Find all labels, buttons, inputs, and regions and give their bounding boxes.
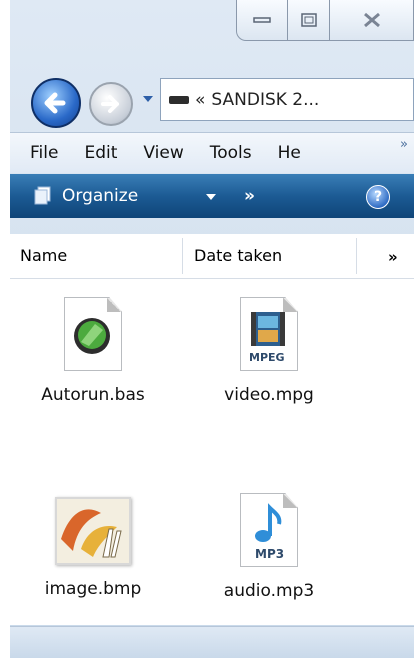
file-name: image.bmp bbox=[44, 579, 142, 599]
forward-button[interactable] bbox=[89, 82, 133, 126]
menu-tools[interactable]: Tools bbox=[210, 143, 252, 163]
file-item-audio[interactable]: MP3 audio.mp3 bbox=[214, 493, 324, 601]
column-separator[interactable] bbox=[356, 238, 357, 274]
menu-file[interactable]: File bbox=[30, 143, 58, 163]
address-prefix[interactable]: « bbox=[195, 90, 205, 110]
menu-edit[interactable]: Edit bbox=[84, 143, 117, 163]
minimize-icon bbox=[253, 17, 271, 23]
organize-button[interactable]: Organize bbox=[62, 186, 138, 206]
left-margin bbox=[0, 0, 10, 657]
mp3-badge: MP3 bbox=[255, 547, 285, 561]
menu-help[interactable]: He bbox=[278, 143, 301, 163]
file-name: audio.mp3 bbox=[223, 581, 315, 601]
drive-icon bbox=[169, 95, 189, 104]
column-date-taken[interactable]: Date taken bbox=[194, 246, 282, 265]
command-overflow-chevron[interactable]: » bbox=[244, 186, 255, 206]
column-overflow-chevron[interactable]: » bbox=[388, 248, 398, 266]
column-separator[interactable] bbox=[182, 238, 183, 274]
menu-bar: File Edit View Tools He » bbox=[10, 132, 414, 173]
back-arrow-icon bbox=[44, 92, 66, 114]
recent-pages-dropdown[interactable] bbox=[143, 96, 153, 102]
maximize-icon bbox=[300, 13, 317, 27]
bas-script-icon bbox=[64, 297, 122, 371]
file-item-image[interactable]: image.bmp bbox=[38, 497, 148, 599]
organize-dropdown-arrow-icon[interactable] bbox=[206, 194, 216, 200]
file-list: Autorun.bas MPEG video.mpg image.bmp MP3… bbox=[10, 279, 414, 625]
forward-arrow-icon bbox=[101, 95, 119, 113]
close-button[interactable] bbox=[330, 0, 414, 41]
address-bar[interactable]: « SANDISK 2... bbox=[160, 78, 414, 121]
mpeg-video-icon: MPEG bbox=[240, 297, 298, 371]
back-button[interactable] bbox=[31, 78, 81, 128]
column-name[interactable]: Name bbox=[20, 246, 67, 265]
menu-view[interactable]: View bbox=[143, 143, 183, 163]
close-icon bbox=[363, 12, 380, 28]
file-item-video[interactable]: MPEG video.mpg bbox=[214, 297, 324, 405]
window-controls bbox=[236, 0, 414, 42]
mpeg-badge: MPEG bbox=[249, 351, 285, 364]
menu-overflow-chevron[interactable]: » bbox=[400, 137, 408, 152]
file-name: Autorun.bas bbox=[41, 385, 145, 405]
organize-icon[interactable] bbox=[32, 186, 54, 206]
explorer-window: « SANDISK 2... File Edit View Tools He »… bbox=[10, 0, 414, 658]
mp3-audio-icon: MP3 bbox=[240, 493, 298, 567]
status-bar bbox=[10, 626, 414, 658]
file-name: video.mpg bbox=[224, 385, 314, 405]
address-path[interactable]: SANDISK 2... bbox=[211, 90, 319, 110]
help-button[interactable]: ? bbox=[366, 185, 390, 209]
bmp-image-icon bbox=[55, 497, 131, 565]
maximize-button[interactable] bbox=[288, 0, 330, 41]
file-item-autorun[interactable]: Autorun.bas bbox=[38, 297, 148, 405]
minimize-button[interactable] bbox=[236, 0, 288, 41]
